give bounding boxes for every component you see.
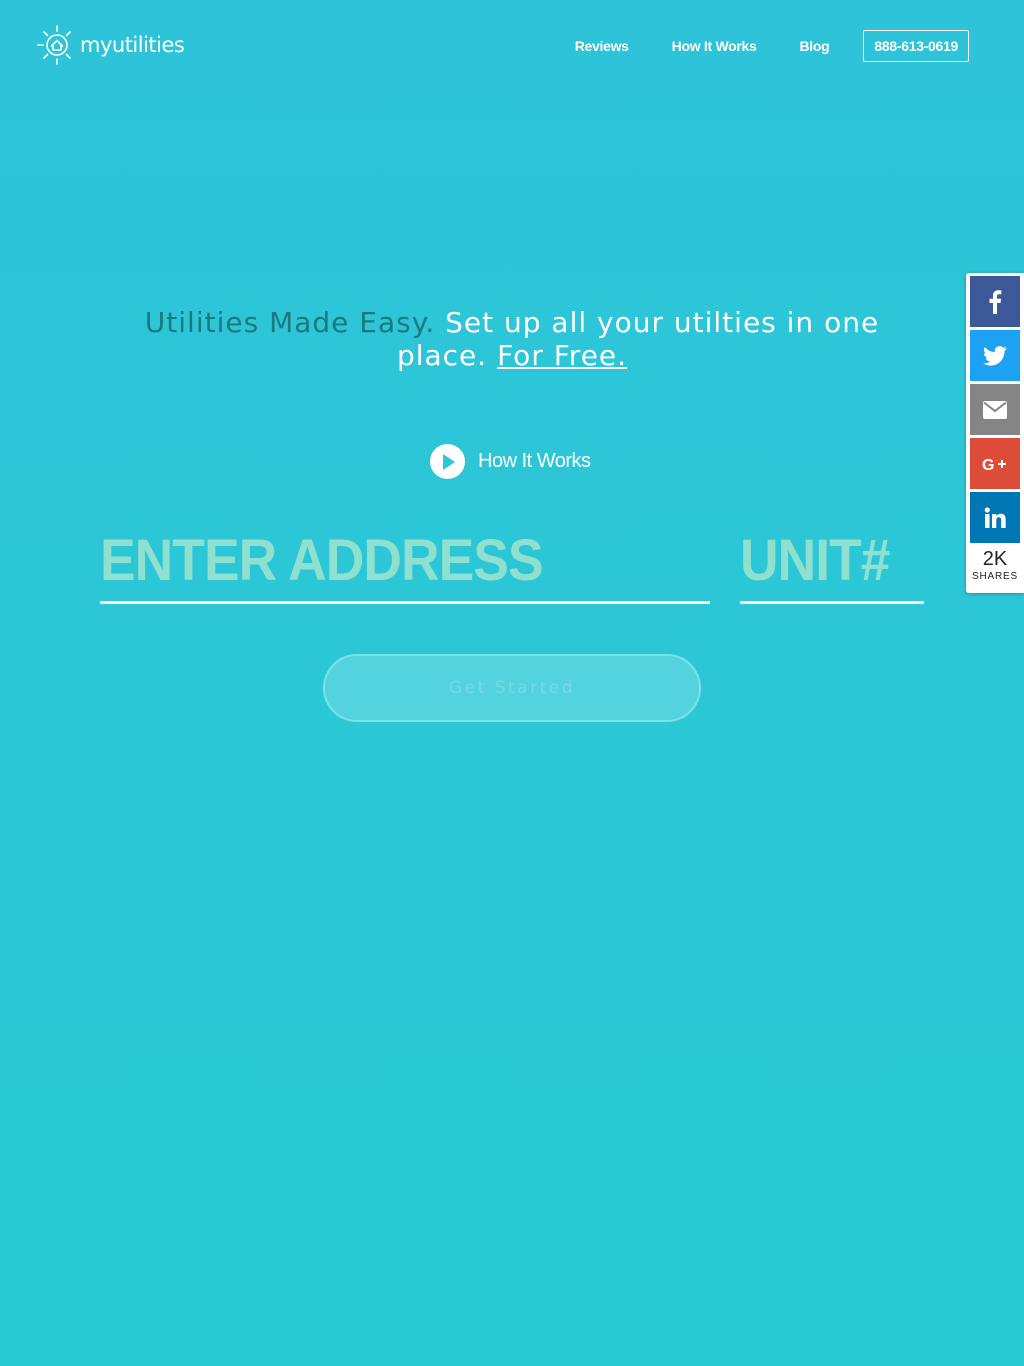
logo-text: myutilities <box>80 33 185 57</box>
share-count-number: 2K <box>982 548 1008 570</box>
get-started-button[interactable]: Get Started <box>323 654 701 722</box>
unit-input[interactable] <box>740 520 910 600</box>
twitter-icon <box>983 345 1007 366</box>
nav-blog-link[interactable]: Blog <box>800 38 830 54</box>
share-count-label: SHARES <box>972 571 1018 582</box>
play-icon <box>430 444 465 479</box>
for-free-link[interactable]: For Free. <box>497 339 627 372</box>
headline-description: Set up all your utilties in one place. <box>396 306 880 372</box>
unit-field <box>740 520 924 604</box>
nav-how-it-works-link[interactable]: How It Works <box>672 38 757 54</box>
logo[interactable]: myutilities <box>36 24 185 66</box>
phone-button[interactable]: 888-613-0619 <box>863 30 969 62</box>
linkedin-share-button[interactable] <box>970 492 1020 543</box>
google-plus-share-button[interactable]: G <box>970 438 1020 489</box>
email-icon <box>983 400 1007 419</box>
how-it-works-video-button[interactable]: How It Works <box>430 444 591 479</box>
email-share-button[interactable] <box>970 384 1020 435</box>
headline-tagline: Utilities Made Easy. <box>144 306 436 339</box>
facebook-icon <box>989 289 1002 314</box>
how-it-works-label: How It Works <box>478 450 591 472</box>
address-input[interactable] <box>100 520 662 600</box>
twitter-share-button[interactable] <box>970 330 1020 381</box>
share-count: 2K SHARES <box>970 546 1020 582</box>
nav-reviews-link[interactable]: Reviews <box>575 38 629 54</box>
top-nav: Reviews How It Works Blog 888-613-0619 <box>532 30 969 62</box>
google-plus-icon: G <box>982 457 1006 472</box>
svg-text:G: G <box>982 457 994 472</box>
address-field <box>100 520 710 604</box>
lightbulb-house-icon <box>37 25 71 65</box>
linkedin-icon <box>984 506 1006 528</box>
share-bar: G 2K SHARES <box>966 273 1024 593</box>
hero-headline: Utilities Made Easy. Set up all your uti… <box>100 306 924 372</box>
facebook-share-button[interactable] <box>970 276 1020 327</box>
